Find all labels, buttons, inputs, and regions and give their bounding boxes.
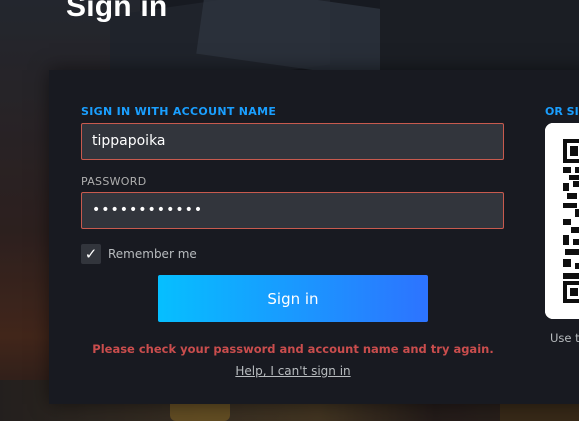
qr-code-icon [545,123,579,319]
error-message: Please check your password and account n… [92,342,494,356]
qr-caption: Use t [550,331,579,345]
checkmark-icon: ✓ [84,244,98,263]
sign-in-button[interactable]: Sign in [158,275,428,322]
remember-me-label[interactable]: Remember me [108,247,197,261]
password-label: PASSWORD [81,175,147,188]
remember-me-checkbox[interactable]: ✓ [81,244,101,264]
remember-me-row[interactable]: ✓ Remember me [81,244,197,264]
account-name-label: SIGN IN WITH ACCOUNT NAME [81,105,277,118]
qr-code [545,123,579,319]
qr-signin-title: OR SIG [545,105,579,118]
page-title: Sign in [66,0,168,23]
password-input[interactable]: •••••••••••• [81,192,504,229]
account-name-input[interactable]: tippapoika [81,123,504,160]
help-link[interactable]: Help, I can't sign in [49,364,537,378]
